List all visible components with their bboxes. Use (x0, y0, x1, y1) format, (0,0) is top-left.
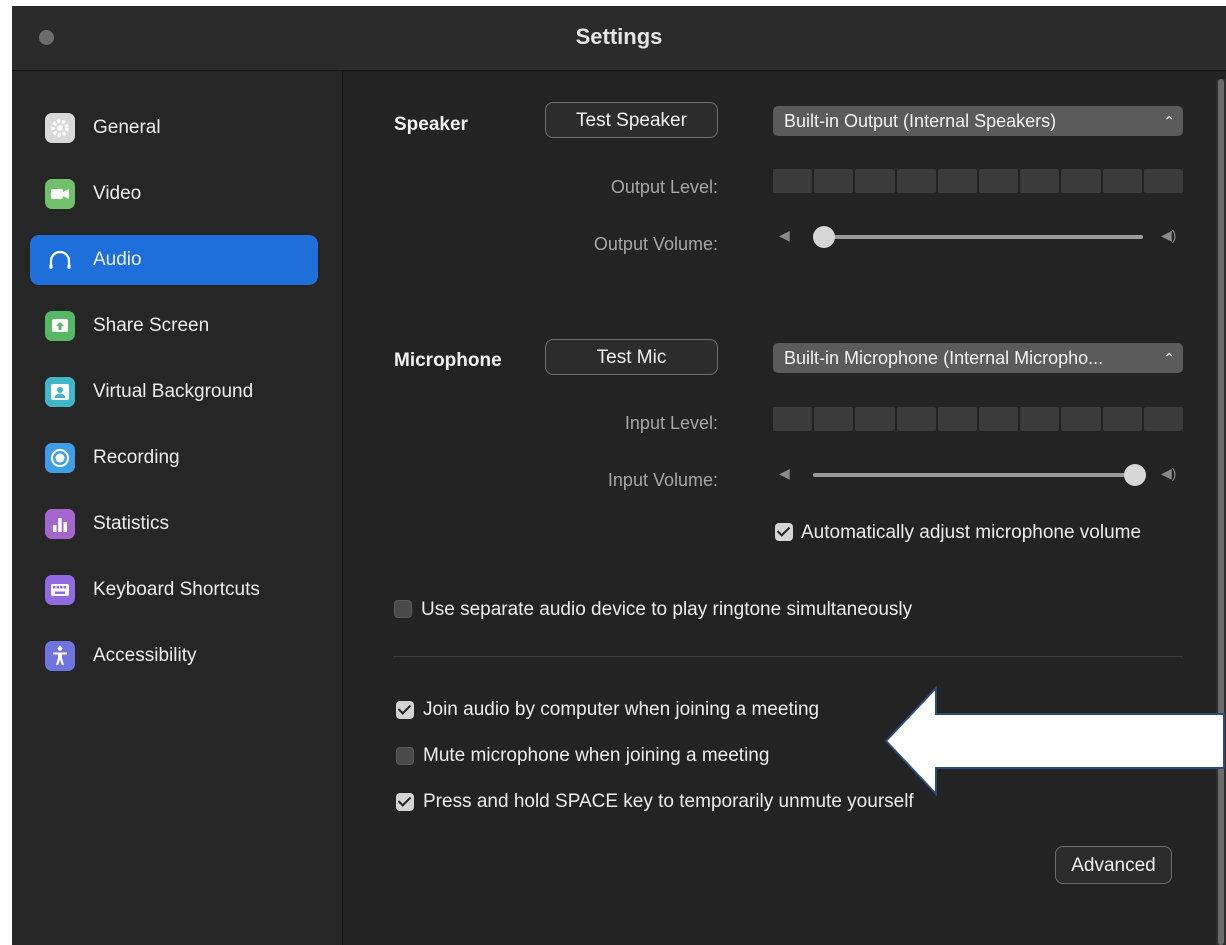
sidebar-item-label: Audio (93, 249, 142, 270)
input-level-label: Input Level: (624, 413, 718, 433)
output-volume-label: Output Volume: (593, 234, 718, 254)
sidebar-item-general[interactable]: General (30, 103, 318, 153)
microphone-device-value: Built-in Microphone (Internal Micropho..… (784, 348, 1104, 368)
auto-adjust-mic-label: Automatically adjust microphone volume (801, 522, 1142, 543)
space-unmute-checkbox[interactable] (396, 793, 414, 811)
mute-mic-checkbox[interactable] (396, 747, 414, 765)
accessibility-icon (45, 641, 75, 671)
separate-ringtone-label: Use separate audio device to play ringto… (421, 599, 913, 620)
headphones-icon (45, 245, 75, 275)
statistics-icon (45, 509, 75, 539)
microphone-device-select[interactable]: Built-in Microphone (Internal Micropho..… (773, 343, 1183, 373)
test-speaker-button[interactable]: Test Speaker (545, 102, 718, 138)
sidebar-item-label: Keyboard Shortcuts (93, 579, 260, 600)
vertical-scrollbar[interactable] (1216, 79, 1226, 945)
sidebar-item-keyboard-shortcuts[interactable]: Keyboard Shortcuts (30, 565, 318, 615)
sidebar-item-label: Accessibility (93, 645, 197, 666)
keyboard-icon (45, 575, 75, 605)
volume-low-icon: ◀ (779, 465, 790, 481)
output-volume-track[interactable] (823, 235, 1143, 239)
output-level-label: Output Level: (610, 177, 718, 197)
sidebar-item-label: Video (93, 183, 142, 204)
volume-high-icon: ◀) (1161, 465, 1177, 481)
output-volume-slider-knob[interactable] (813, 226, 835, 248)
output-level-meter (773, 169, 1184, 193)
sidebar-item-label: General (93, 117, 161, 138)
settings-sidebar: General Video Audio Share Screen Virtual (12, 71, 343, 945)
sidebar-item-label: Share Screen (93, 315, 210, 336)
input-volume-track[interactable] (813, 473, 1135, 477)
auto-adjust-mic-checkbox[interactable] (775, 523, 793, 541)
sidebar-item-share-screen[interactable]: Share Screen (30, 301, 318, 351)
input-level-meter (773, 407, 1184, 431)
join-audio-checkbox[interactable] (396, 701, 414, 719)
window-title: Settings (575, 24, 663, 49)
microphone-section-label: Microphone (394, 350, 502, 371)
sidebar-item-video[interactable]: Video (30, 169, 318, 219)
settings-window: Settings General Video Audio Share Scree… (12, 6, 1226, 945)
sidebar-item-virtual-background[interactable]: Virtual Background (30, 367, 318, 417)
volume-low-icon: ◀ (779, 227, 790, 243)
chevron-up-down-icon: ⌃ (1163, 350, 1175, 366)
sidebar-item-statistics[interactable]: Statistics (30, 499, 318, 549)
volume-high-icon: ◀) (1161, 227, 1177, 243)
space-unmute-label: Press and hold SPACE key to temporarily … (423, 791, 914, 812)
sidebar-item-accessibility[interactable]: Accessibility (30, 631, 318, 681)
sidebar-item-recording[interactable]: Recording (30, 433, 318, 483)
input-volume-label: Input Volume: (607, 470, 718, 490)
test-mic-button[interactable]: Test Mic (545, 339, 718, 375)
video-camera-icon (45, 179, 75, 209)
share-screen-icon (45, 311, 75, 341)
gear-icon (45, 113, 75, 143)
annotation-arrow-icon (884, 686, 1225, 796)
chevron-up-down-icon: ⌃ (1163, 113, 1175, 129)
separate-ringtone-checkbox[interactable] (394, 600, 412, 618)
scrollbar-thumb[interactable] (1218, 79, 1224, 945)
speaker-device-select[interactable]: Built-in Output (Internal Speakers) ⌃ (773, 106, 1183, 136)
section-divider (393, 656, 1183, 657)
recording-icon (45, 443, 75, 473)
speaker-section-label: Speaker (394, 114, 468, 135)
sidebar-item-label: Virtual Background (93, 381, 254, 402)
audio-settings-panel: Speaker Test Speaker Built-in Output (In… (343, 71, 1226, 945)
input-volume-slider-knob[interactable] (1124, 464, 1146, 486)
virtual-background-icon (45, 377, 75, 407)
sidebar-item-audio[interactable]: Audio (30, 235, 318, 285)
advanced-button[interactable]: Advanced (1055, 846, 1172, 884)
sidebar-item-label: Statistics (93, 513, 170, 534)
join-audio-label: Join audio by computer when joining a me… (423, 699, 820, 720)
sidebar-item-label: Recording (93, 447, 180, 468)
speaker-device-value: Built-in Output (Internal Speakers) (784, 111, 1057, 131)
mute-mic-label: Mute microphone when joining a meeting (423, 745, 770, 766)
title-bar: Settings (12, 6, 1226, 71)
